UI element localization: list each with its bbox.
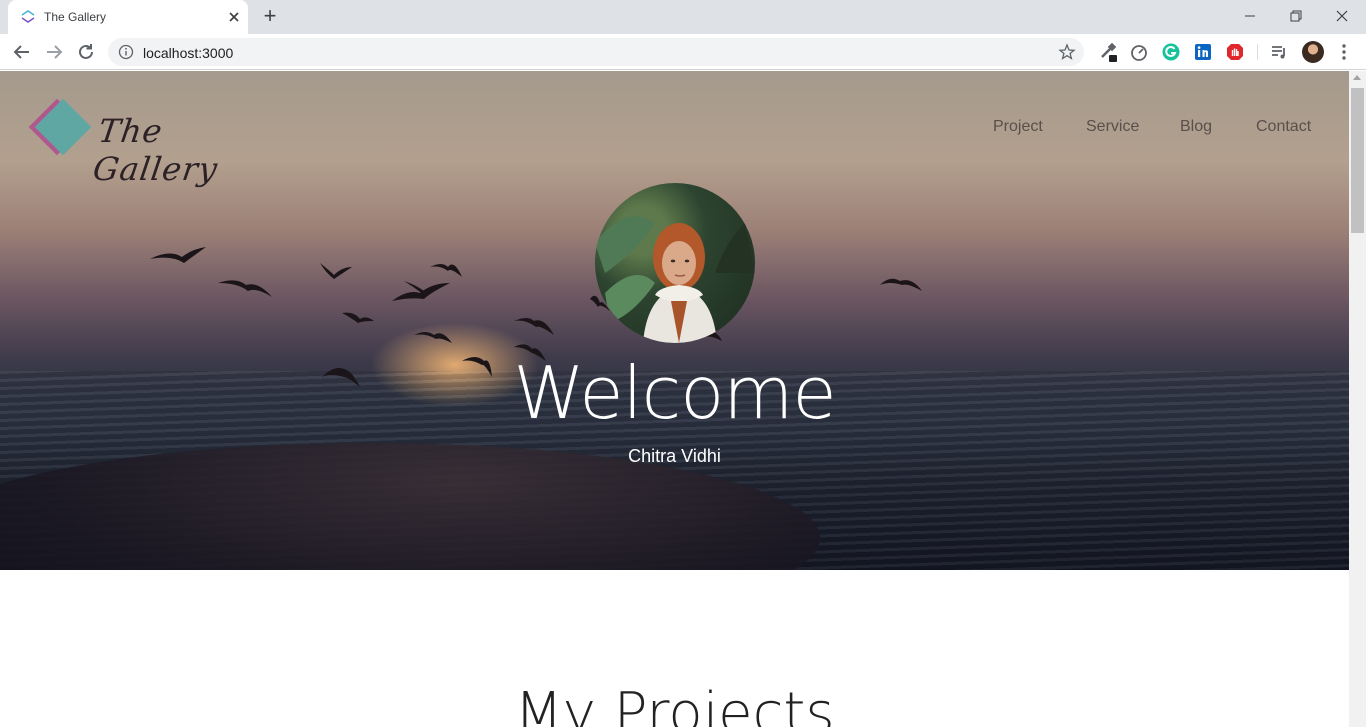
more-menu-icon[interactable]	[1334, 42, 1354, 62]
forward-arrow-icon[interactable]	[42, 40, 66, 64]
reload-icon[interactable]	[74, 40, 98, 64]
url-text[interactable]: localhost:3000	[143, 45, 233, 61]
nav-link-contact[interactable]: Contact	[1256, 118, 1311, 136]
browser-tab[interactable]: The Gallery	[8, 0, 248, 34]
logo-wordmark: The Gallery	[90, 112, 221, 188]
eyedropper-extension-icon[interactable]	[1098, 42, 1118, 62]
tab-title: The Gallery	[44, 10, 107, 24]
media-playlist-icon[interactable]	[1269, 42, 1289, 62]
hero-banner: The Gallery Project Service Blog Contact…	[0, 71, 1349, 570]
page-scrollbar[interactable]	[1349, 71, 1366, 727]
new-tab-button[interactable]: +	[258, 5, 282, 28]
browser-tabstrip: The Gallery +	[0, 0, 1366, 34]
address-bar[interactable]: localhost:3000	[108, 38, 1084, 66]
nav-link-project[interactable]: Project	[993, 118, 1043, 136]
gallery-favicon-icon	[21, 10, 35, 23]
close-window-icon[interactable]	[1330, 4, 1354, 28]
scroll-up-arrow-icon[interactable]	[1353, 75, 1361, 80]
page-viewport: The Gallery Project Service Blog Contact…	[0, 71, 1349, 727]
profile-portrait-illustration	[595, 216, 755, 343]
back-arrow-icon[interactable]	[10, 40, 34, 64]
linkedin-extension-icon[interactable]	[1193, 42, 1213, 62]
bookmark-star-icon[interactable]	[1058, 43, 1076, 61]
profile-photo	[595, 183, 755, 343]
close-tab-icon[interactable]	[226, 9, 242, 25]
toolbar-divider	[1257, 44, 1258, 60]
grammarly-extension-icon[interactable]	[1161, 42, 1181, 62]
nav-link-blog[interactable]: Blog	[1180, 118, 1212, 136]
scrollbar-thumb[interactable]	[1351, 88, 1364, 233]
profile-avatar[interactable]	[1302, 41, 1324, 63]
hero-title: Welcome	[513, 351, 836, 435]
adblock-extension-icon[interactable]	[1225, 42, 1245, 62]
minimize-icon[interactable]	[1238, 4, 1262, 28]
site-logo[interactable]: The Gallery	[28, 98, 295, 188]
nav-link-service[interactable]: Service	[1086, 118, 1139, 136]
restore-icon[interactable]	[1284, 4, 1308, 28]
speedometer-extension-icon[interactable]	[1129, 42, 1149, 62]
projects-section-title: My Projects	[514, 681, 835, 727]
logo-diamond-teal	[34, 98, 92, 156]
hero-subtitle: Chitra Vidhi	[628, 446, 721, 466]
browser-toolbar: localhost:3000	[0, 34, 1366, 70]
info-icon[interactable]	[118, 44, 134, 60]
